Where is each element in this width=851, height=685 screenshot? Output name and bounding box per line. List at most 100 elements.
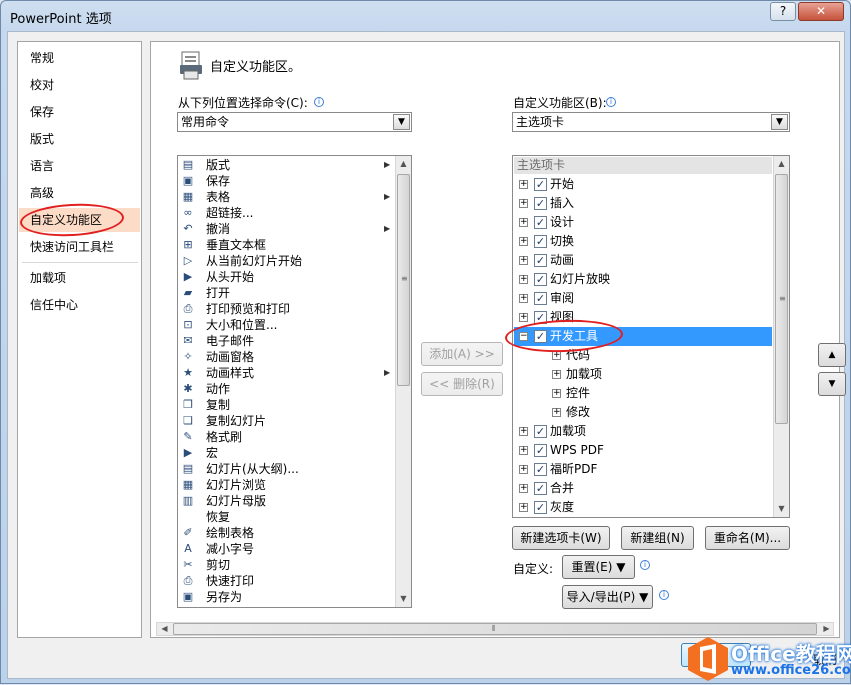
- command-item[interactable]: ⊞ 垂直文本框: [179, 237, 384, 253]
- expand-icon[interactable]: +: [552, 408, 561, 417]
- sidebar-item-save[interactable]: 保存: [19, 100, 140, 124]
- tree-item[interactable]: + ✓ 审阅: [514, 289, 772, 308]
- remove-button[interactable]: << 删除(R): [421, 372, 503, 396]
- sidebar-item-quick-access-toolbar[interactable]: 快速访问工具栏: [19, 235, 140, 259]
- sidebar-item-layout[interactable]: 版式: [19, 127, 140, 151]
- command-list[interactable]: ▤ 版式 ▶ ▣ 保存 ▦ 表格 ▶ ∞ 超链接... ↶ 撤消 ▶ ⊞ 垂直文本框 ▷ 从当前幻灯片开始 ▶ 从头…: [177, 155, 412, 608]
- command-item[interactable]: ▦ 幻灯片浏览: [179, 477, 384, 493]
- command-item[interactable]: ▦ 表格 ▶: [179, 189, 390, 205]
- checkbox-icon[interactable]: ✓: [534, 197, 547, 210]
- move-down-button[interactable]: ▼: [818, 372, 846, 396]
- command-item[interactable]: 恢复: [179, 509, 384, 525]
- tree-item[interactable]: + ✓ 插入: [514, 194, 772, 213]
- command-item[interactable]: ⎙ 快速打印: [179, 573, 384, 589]
- tree-item[interactable]: + ✓ 切换: [514, 232, 772, 251]
- command-item[interactable]: ▶ 宏: [179, 445, 384, 461]
- command-item[interactable]: ✎ 格式刷: [179, 429, 384, 445]
- checkbox-icon[interactable]: ✓: [534, 501, 547, 514]
- command-item[interactable]: ✐ 绘制表格: [179, 525, 384, 541]
- info-icon[interactable]: i: [640, 560, 650, 570]
- scroll-thumb[interactable]: ≡: [397, 174, 410, 386]
- expand-icon[interactable]: +: [552, 351, 561, 360]
- command-item[interactable]: ▰ 打开: [179, 285, 384, 301]
- sidebar-item-general[interactable]: 常规: [19, 46, 140, 70]
- help-button[interactable]: ?: [770, 2, 796, 21]
- import-export-button[interactable]: 导入/导出(P) ▼: [562, 585, 653, 609]
- tree-item[interactable]: +✓黑白模式: [514, 517, 772, 518]
- tree-item[interactable]: + ✓ 幻灯片放映: [514, 270, 772, 289]
- command-item[interactable]: ✂ 剪切: [179, 557, 384, 573]
- expand-icon[interactable]: +: [519, 484, 528, 493]
- sidebar-item-add-ins[interactable]: 加载项: [19, 266, 140, 290]
- tree-item[interactable]: + ✓ 加载项: [514, 422, 772, 441]
- command-item[interactable]: ∞ 超链接...: [179, 205, 384, 221]
- collapse-icon[interactable]: −: [519, 332, 528, 341]
- expand-icon[interactable]: +: [519, 427, 528, 436]
- tree-item[interactable]: + ✓ 开始: [514, 175, 772, 194]
- sidebar-item-proofing[interactable]: 校对: [19, 73, 140, 97]
- sidebar-item-language[interactable]: 语言: [19, 154, 140, 178]
- expand-icon[interactable]: +: [519, 503, 528, 512]
- checkbox-icon[interactable]: ✓: [534, 482, 547, 495]
- checkbox-icon[interactable]: ✓: [534, 292, 547, 305]
- command-item[interactable]: ❏ 复制幻灯片: [179, 413, 384, 429]
- expand-icon[interactable]: +: [519, 237, 528, 246]
- scroll-thumb[interactable]: ≡: [775, 174, 788, 424]
- chevron-down-icon[interactable]: ▼: [771, 114, 788, 130]
- tree-item[interactable]: + ✓ 合并: [514, 479, 772, 498]
- tree-item[interactable]: + ✓ 灰度: [514, 498, 772, 517]
- expand-icon[interactable]: +: [519, 256, 528, 265]
- info-icon[interactable]: i: [659, 590, 669, 600]
- expand-icon[interactable]: +: [519, 465, 528, 474]
- tree-item[interactable]: + ✓ 设计: [514, 213, 772, 232]
- expand-icon[interactable]: +: [519, 446, 528, 455]
- choose-commands-combo[interactable]: 常用命令 ▼: [177, 112, 412, 132]
- checkbox-icon[interactable]: ✓: [534, 254, 547, 267]
- tree-item[interactable]: + 修改: [514, 403, 772, 422]
- checkbox-icon[interactable]: ✓: [534, 444, 547, 457]
- command-item[interactable]: ▤ 幻灯片(从大纲)...: [179, 461, 384, 477]
- checkbox-icon[interactable]: ✓: [534, 463, 547, 476]
- sidebar-item-trust-center[interactable]: 信任中心: [19, 293, 140, 317]
- sidebar-item-advanced[interactable]: 高级: [19, 181, 140, 205]
- tree-item[interactable]: + ✓ 福昕PDF: [514, 460, 772, 479]
- move-up-button[interactable]: ▲: [818, 343, 846, 367]
- command-item[interactable]: ⎙ 打印预览和打印: [179, 301, 384, 317]
- command-item[interactable]: ▣ 保存: [179, 173, 384, 189]
- checkbox-icon[interactable]: ✓: [534, 216, 547, 229]
- command-item[interactable]: ❐ 复制: [179, 397, 384, 413]
- chevron-down-icon[interactable]: ▼: [393, 114, 410, 130]
- command-item[interactable]: ▣ 另存为: [179, 589, 384, 605]
- command-item[interactable]: ✱ 动作: [179, 381, 384, 397]
- scroll-left-arrow-icon[interactable]: ◀: [157, 621, 172, 637]
- add-button[interactable]: 添加(A) >>: [421, 342, 503, 366]
- expand-icon[interactable]: +: [519, 218, 528, 227]
- customize-ribbon-combo[interactable]: 主选项卡 ▼: [512, 112, 790, 132]
- checkbox-icon[interactable]: ✓: [534, 330, 547, 343]
- checkbox-icon[interactable]: ✓: [534, 235, 547, 248]
- info-icon[interactable]: i: [314, 97, 324, 107]
- tree-item[interactable]: + 代码: [514, 346, 772, 365]
- tree-item[interactable]: + 加载项: [514, 365, 772, 384]
- tree-item[interactable]: − ✓ 开发工具: [514, 327, 772, 346]
- tree-scrollbar[interactable]: ▲ ≡ ▼: [773, 156, 789, 517]
- tree-item[interactable]: + ✓ 视图: [514, 308, 772, 327]
- command-item[interactable]: ⊡ 大小和位置...: [179, 317, 384, 333]
- close-button[interactable]: ✕: [798, 2, 844, 21]
- command-item[interactable]: A 减小字号: [179, 541, 384, 557]
- scroll-up-arrow-icon[interactable]: ▲: [396, 156, 411, 172]
- expand-icon[interactable]: +: [519, 275, 528, 284]
- checkbox-icon[interactable]: ✓: [534, 425, 547, 438]
- expand-icon[interactable]: +: [519, 313, 528, 322]
- scroll-up-arrow-icon[interactable]: ▲: [774, 156, 789, 172]
- tree-item[interactable]: + 控件: [514, 384, 772, 403]
- command-item[interactable]: ▥ 幻灯片母版: [179, 493, 384, 509]
- info-icon[interactable]: i: [606, 97, 616, 107]
- checkbox-icon[interactable]: ✓: [534, 273, 547, 286]
- command-item[interactable]: ▷ 从当前幻灯片开始: [179, 253, 384, 269]
- command-item[interactable]: ↶ 撤消 ▶: [179, 221, 390, 237]
- tree-item[interactable]: + ✓ WPS PDF: [514, 441, 772, 460]
- expand-icon[interactable]: +: [552, 370, 561, 379]
- command-item[interactable]: ▶ 从头开始: [179, 269, 384, 285]
- rename-button[interactable]: 重命名(M)...: [705, 526, 790, 550]
